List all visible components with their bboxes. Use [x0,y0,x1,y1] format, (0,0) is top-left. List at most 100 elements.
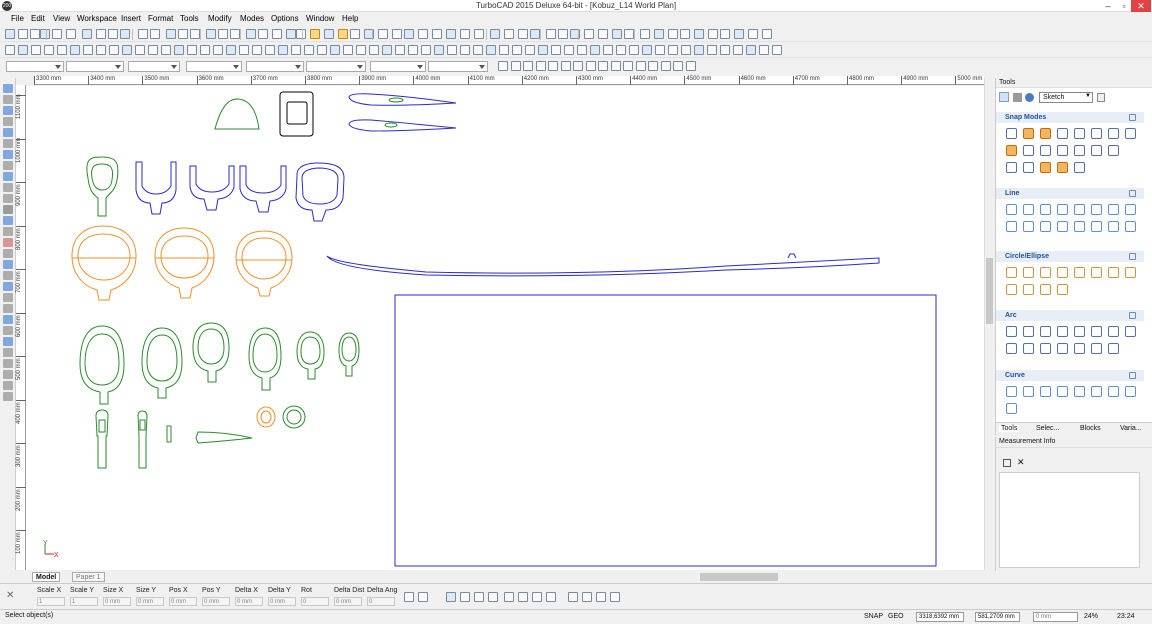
left-tool-button[interactable] [3,359,13,368]
left-tool-button[interactable] [3,128,13,137]
snap-button[interactable] [510,61,521,71]
left-tool-button[interactable] [3,282,13,291]
coord-input[interactable]: 1 [37,597,65,606]
toolbar-button[interactable] [681,45,691,55]
menu-window[interactable]: Window [306,14,334,23]
toolbar-button[interactable] [96,45,106,55]
tool-icon[interactable] [1040,204,1051,215]
toolbar-button[interactable] [52,29,62,39]
toolbar-button[interactable] [460,29,470,39]
tool-icon[interactable] [1023,267,1034,278]
left-tool-button[interactable] [3,271,13,280]
toolbar-button[interactable] [395,45,405,55]
toolbar-button[interactable] [18,29,28,39]
palette-option-icon[interactable] [1097,93,1105,102]
toolbar-button[interactable] [206,29,216,39]
toolbar-button[interactable] [640,29,650,39]
toolbar-button[interactable] [584,29,594,39]
menu-insert[interactable]: Insert [121,14,141,23]
coord-input[interactable]: 0 mm [202,597,230,606]
toolbar-button[interactable] [272,29,282,39]
snap-button[interactable] [660,61,671,71]
snap-button[interactable] [535,61,546,71]
toolbar-button[interactable] [230,29,240,39]
toolbar-button[interactable] [291,45,301,55]
menu-options[interactable]: Options [271,14,299,23]
coord-tool-button[interactable] [404,592,414,602]
section-header[interactable]: Line [996,188,1144,199]
toolbar-button[interactable] [317,45,327,55]
toolbar-button[interactable] [166,29,176,39]
layer-combo[interactable] [6,61,64,72]
toolbar-button[interactable] [720,45,730,55]
tool-icon[interactable] [1023,204,1034,215]
left-tool-button[interactable] [3,95,13,104]
tab-blocks[interactable]: Blocks [1080,425,1101,432]
coord-input[interactable]: 0 mm [268,597,296,606]
toolbar-button[interactable] [138,29,148,39]
toolbar-button[interactable] [546,29,556,39]
left-tool-button[interactable] [3,183,13,192]
toolbar-button[interactable] [218,29,228,39]
tool-icon[interactable] [1108,267,1119,278]
coord-input[interactable]: 1 [70,597,98,606]
coord-tool-button[interactable] [446,592,456,602]
collapse-icon[interactable] [1129,312,1136,319]
tool-icon[interactable] [1006,267,1017,278]
tool-icon[interactable] [1023,326,1034,337]
toolbar-button[interactable] [108,29,118,39]
tab-paper[interactable]: Paper 1 [72,572,105,582]
toolbar-button[interactable] [418,29,428,39]
coord-input[interactable]: 0 mm [334,597,362,606]
snap-button[interactable] [585,61,596,71]
tool-icon[interactable] [1091,145,1102,156]
toolbar-button[interactable] [598,29,608,39]
coord-tool-button[interactable] [582,592,592,602]
toolbar-button[interactable] [762,29,772,39]
toolbar-button[interactable] [82,29,92,39]
tool-icon[interactable] [1057,386,1068,397]
close-coord-icon[interactable]: ✕ [6,590,14,601]
brush-combo[interactable] [370,61,426,72]
tool-icon[interactable] [1057,284,1068,295]
tool-icon[interactable] [1040,343,1051,354]
tool-icon[interactable] [1040,145,1051,156]
coord-input[interactable]: 0 mm [169,597,197,606]
toolbar-button[interactable] [668,29,678,39]
coord-input[interactable]: 0 mm [103,597,131,606]
toolbar-button[interactable] [161,45,171,55]
tool-icon[interactable] [1091,343,1102,354]
tool-icon[interactable] [1125,386,1136,397]
toolbar-button[interactable] [258,29,268,39]
toolbar-button[interactable] [558,29,568,39]
toolbar-button[interactable] [343,45,353,55]
tool-mode-icon[interactable] [1013,93,1022,102]
toolbar-button[interactable] [122,45,132,55]
toolbar-button[interactable] [733,45,743,55]
tool-icon[interactable] [1057,343,1068,354]
toolbar-button[interactable] [474,29,484,39]
geo-toggle[interactable]: GEO [888,613,904,620]
toolbar-button[interactable] [564,45,574,55]
coord-tool-button[interactable] [610,592,620,602]
tool-icon[interactable] [1057,204,1068,215]
tool-icon[interactable] [1023,386,1034,397]
left-tool-button[interactable] [3,161,13,170]
toolbar-button[interactable] [434,45,444,55]
toolbar-button[interactable] [518,29,528,39]
coord-input[interactable]: 0 [367,597,395,606]
coord-tool-button[interactable] [568,592,578,602]
left-tool-button[interactable] [3,205,13,214]
toolbar-button[interactable] [746,45,756,55]
snap-button[interactable] [498,61,508,71]
left-tool-button[interactable] [3,150,13,159]
tool-icon[interactable] [1091,386,1102,397]
coord-tool-button[interactable] [488,592,498,602]
tool-icon[interactable] [1108,221,1119,232]
tool-icon[interactable] [1108,386,1119,397]
drawing-canvas[interactable]: Y X [26,86,984,570]
tool-icon[interactable] [1040,128,1051,139]
tool-icon[interactable] [1023,128,1034,139]
toolbar-button[interactable] [18,45,28,55]
left-tool-button[interactable] [3,370,13,379]
